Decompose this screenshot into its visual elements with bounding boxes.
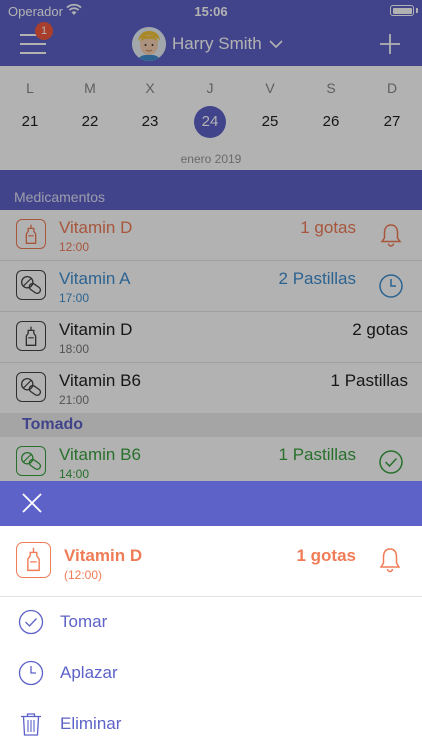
take-action-button[interactable]: Tomar xyxy=(0,597,422,647)
trash-icon xyxy=(21,713,41,736)
check-circle-icon xyxy=(18,609,44,635)
action-sheet-header xyxy=(0,481,422,526)
close-icon[interactable] xyxy=(20,491,44,515)
selected-medication-name: Vitamin D xyxy=(64,546,143,565)
action-label: Eliminar xyxy=(60,714,122,733)
bell-icon xyxy=(379,548,401,573)
selected-medication: Vitamin D (12:00) 1 gotas xyxy=(0,526,422,597)
postpone-action-button[interactable]: Aplazar xyxy=(0,648,422,698)
selected-medication-time: (12:00) xyxy=(64,568,103,582)
dropper-icon xyxy=(16,542,51,578)
app-screen: Operador 15:06 1 Harry Smith L 21 M 22 X… xyxy=(0,0,422,481)
dim-overlay[interactable] xyxy=(0,0,422,481)
delete-action-button[interactable]: Eliminar xyxy=(0,699,422,749)
action-label: Aplazar xyxy=(60,663,118,682)
action-label: Tomar xyxy=(60,612,108,631)
selected-medication-dose: 1 gotas xyxy=(296,546,356,565)
clock-icon xyxy=(18,660,44,686)
